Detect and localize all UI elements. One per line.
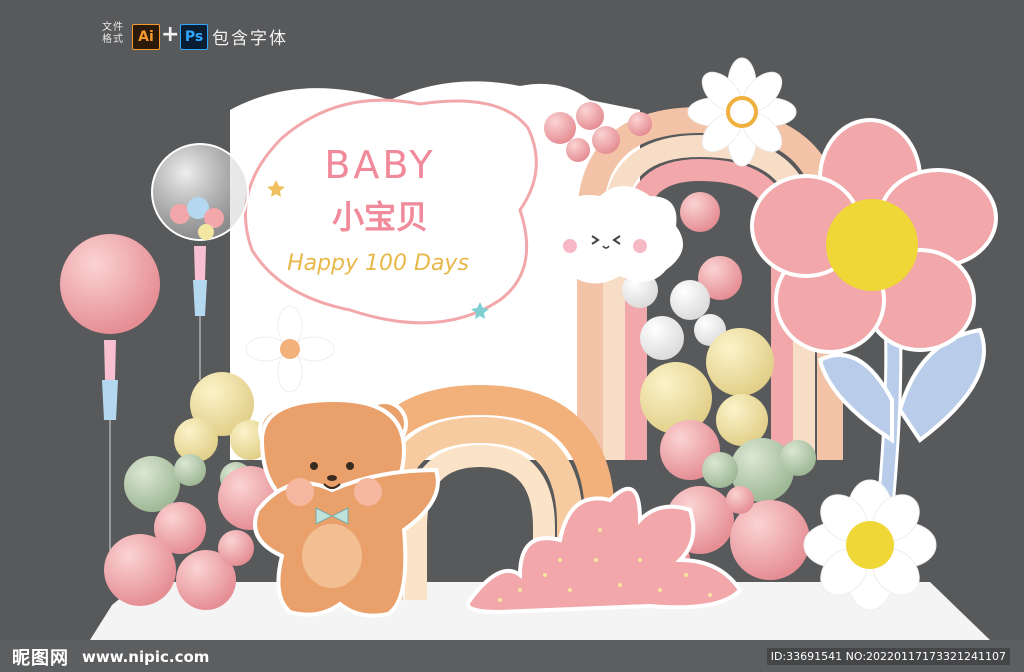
nipic-logo: 昵图网	[12, 648, 69, 669]
title-en: BABY	[324, 143, 435, 187]
subtitle: Happy 100 Days	[287, 251, 469, 276]
watermark-bar: 昵图网 www.nipic.com ID:33691541 NO:2022011…	[0, 640, 1024, 672]
design-canvas: 文件 格式 Ai + Ps 包含字体 BABY 小宝贝 Happy 100 Da…	[0, 0, 1024, 672]
watermark-url: www.nipic.com	[82, 648, 210, 666]
pink-round-balloon	[60, 234, 160, 580]
image-id-label: ID:33691541 NO:20220117173321241107	[766, 648, 1010, 665]
title-cn: 小宝贝	[332, 198, 428, 236]
baby-party-backdrop: BABY 小宝贝 Happy 100 Days	[60, 57, 998, 640]
